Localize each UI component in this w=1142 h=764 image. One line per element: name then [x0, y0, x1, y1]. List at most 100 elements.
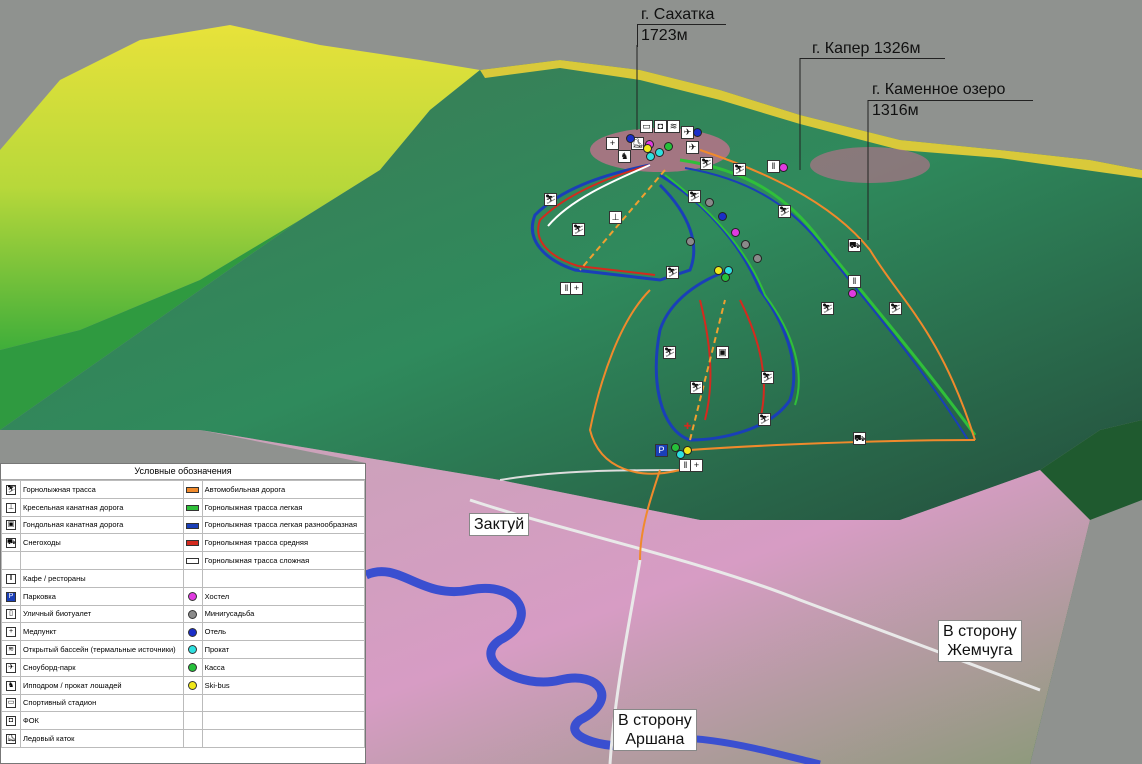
legend-left-label: Горнолыжная трасса: [20, 480, 184, 499]
legend-right-symbol: [182, 640, 203, 659]
medical-icon: +: [606, 137, 619, 150]
ticket-office-marker: [721, 273, 730, 282]
legend-left-label: Уличный биотуалет: [20, 604, 184, 624]
snowmobile-icon: ⛟: [848, 239, 861, 252]
legend-row: ▭ Спортивный стадион: [1, 693, 366, 713]
hostel-marker: [731, 228, 740, 237]
peak-kaper-name: г. Капер 1326м: [812, 40, 921, 57]
legend-left-label: Сноуборд-парк: [20, 657, 184, 677]
legend-right-label: Горнолыжная трасса легкая: [201, 497, 366, 517]
legend-row: + Медпункт Отель: [1, 622, 366, 642]
legend-left-label: ФОК: [20, 711, 184, 731]
legend-right-label: Горнолыжная трасса легкая разнообразная: [201, 515, 366, 535]
toward-arshan-line1: В сторону: [618, 712, 692, 729]
cafe-icon: ‖: [6, 573, 16, 584]
trail-color-swatch: [186, 558, 200, 565]
skier-icon: ⛷: [544, 193, 557, 206]
legend-left-label: Ипподром / прокат лошадей: [20, 675, 184, 695]
toward-arshan-line2: Аршана: [625, 731, 685, 748]
legend-row: Горнолыжная трасса сложная: [1, 551, 366, 570]
fok-icon: ◘: [654, 120, 667, 133]
legend-right-label: [201, 711, 366, 731]
chairlift-icon: ⊥: [609, 211, 622, 224]
legend-right-symbol: [182, 533, 203, 553]
legend-left-label: Медпункт: [20, 622, 184, 642]
legend-row: ‖ Кафе / рестораны: [1, 568, 366, 588]
legend-left-symbol: ⛸: [1, 729, 21, 748]
legend-left-symbol: +: [1, 622, 21, 642]
legend-row: ◘ ФОК: [1, 711, 366, 731]
accommodation-color-marker: [188, 680, 198, 690]
medical-icon: +: [690, 459, 703, 472]
legend-right-label: Ski-bus: [201, 675, 366, 695]
trail-color-swatch: [186, 540, 200, 547]
toward-zhemchug-label: В сторону Жемчуга: [938, 620, 1022, 662]
legend-row: ≋ Открытый бассейн (термальные источники)…: [1, 640, 366, 659]
accommodation-color-marker: [188, 627, 198, 637]
accommodation-color-marker: [188, 591, 198, 601]
legend-left-symbol: [1, 551, 21, 570]
ticket-office-marker: [664, 142, 673, 151]
legend-left-label: Парковка: [20, 586, 184, 606]
skibus-marker: [683, 446, 692, 455]
trail-color-swatch: [186, 522, 200, 529]
legend-right-label: Горнолыжная трасса сложная: [201, 551, 366, 570]
legend-left-symbol: ▭: [1, 693, 21, 713]
peak-kaper-frame: [800, 58, 945, 61]
legend-right-symbol: [182, 604, 203, 624]
peak-sakhatka-height: 1723м: [641, 27, 688, 44]
snowboard-icon: ✈: [6, 662, 16, 673]
snowmobile-icon: ⛟: [6, 538, 16, 549]
snowmobile-icon: ⛟: [853, 432, 866, 445]
skibus-marker: [643, 144, 652, 153]
fok-icon: ◘: [6, 716, 16, 727]
toilet-icon: ▯: [6, 609, 16, 620]
guesthouse-marker: [741, 240, 750, 249]
legend-left-symbol: ⊥: [1, 497, 21, 517]
skier-icon: ⛷: [666, 266, 679, 279]
peak-sakhatka-name: г. Сахатка: [641, 6, 715, 23]
skier-icon: ⛷: [889, 302, 902, 315]
legend-left-label: [20, 551, 184, 570]
village-label: Зактуй: [469, 513, 530, 536]
snowboard-icon: ✈: [686, 141, 699, 154]
legend-left-symbol: ♞: [1, 675, 21, 695]
legend-right-label: [201, 729, 366, 748]
skier-icon: ⛷: [690, 381, 703, 394]
legend-right-symbol: [182, 497, 203, 517]
legend-right-symbol: [182, 622, 203, 642]
skier-icon: ⛷: [761, 371, 774, 384]
skier-icon: ⛷: [778, 205, 791, 218]
medical-icon: +: [6, 627, 16, 638]
trail-color-swatch: [186, 486, 200, 493]
legend-row: ⊥ Кресельная канатная дорога Горнолыжная т…: [1, 497, 366, 517]
legend-right-symbol: [182, 729, 203, 748]
legend-right-symbol: [182, 568, 203, 588]
legend-right-label: [201, 568, 366, 588]
peak-kamennoe-name: г. Каменное озеро: [872, 81, 1006, 98]
legend-right-symbol: [182, 693, 203, 713]
legend-row: ♞ Ипподром / прокат лошадей Ski-bus: [1, 675, 366, 695]
legend-left-symbol: ✈: [1, 657, 21, 677]
legend-left-label: Спортивный стадион: [20, 693, 184, 713]
parking-icon: P: [6, 591, 16, 602]
legend-left-symbol: ▣: [1, 515, 21, 535]
legend-left-label: Кресельная канатная дорога: [20, 497, 184, 517]
accommodation-color-marker: [188, 663, 198, 673]
legend-left-symbol: P: [1, 586, 21, 606]
legend-right-label: Хостел: [201, 586, 366, 606]
legend-left-symbol: ◘: [1, 711, 21, 731]
toward-arshan-label: В сторону Аршана: [613, 709, 697, 751]
legend-row: ⛷ Горнолыжная трасса Автомобильная дорога: [1, 480, 366, 499]
legend-right-symbol: [182, 711, 203, 731]
legend-left-label: Ледовый каток: [20, 729, 184, 748]
legend-right-symbol: [182, 480, 203, 499]
legend-left-label: Гондольная канатная дорога: [20, 515, 184, 535]
legend-row: ✈ Сноуборд-парк Касса: [1, 657, 366, 677]
hotel-marker: [693, 128, 702, 137]
hostel-marker: [779, 163, 788, 172]
rental-marker: [655, 148, 664, 157]
toward-zhemchug-line1: В сторону: [943, 623, 1017, 640]
legend-row: ⛸ Ледовый каток: [1, 729, 366, 748]
legend-right-label: Автомобильная дорога: [201, 480, 366, 499]
